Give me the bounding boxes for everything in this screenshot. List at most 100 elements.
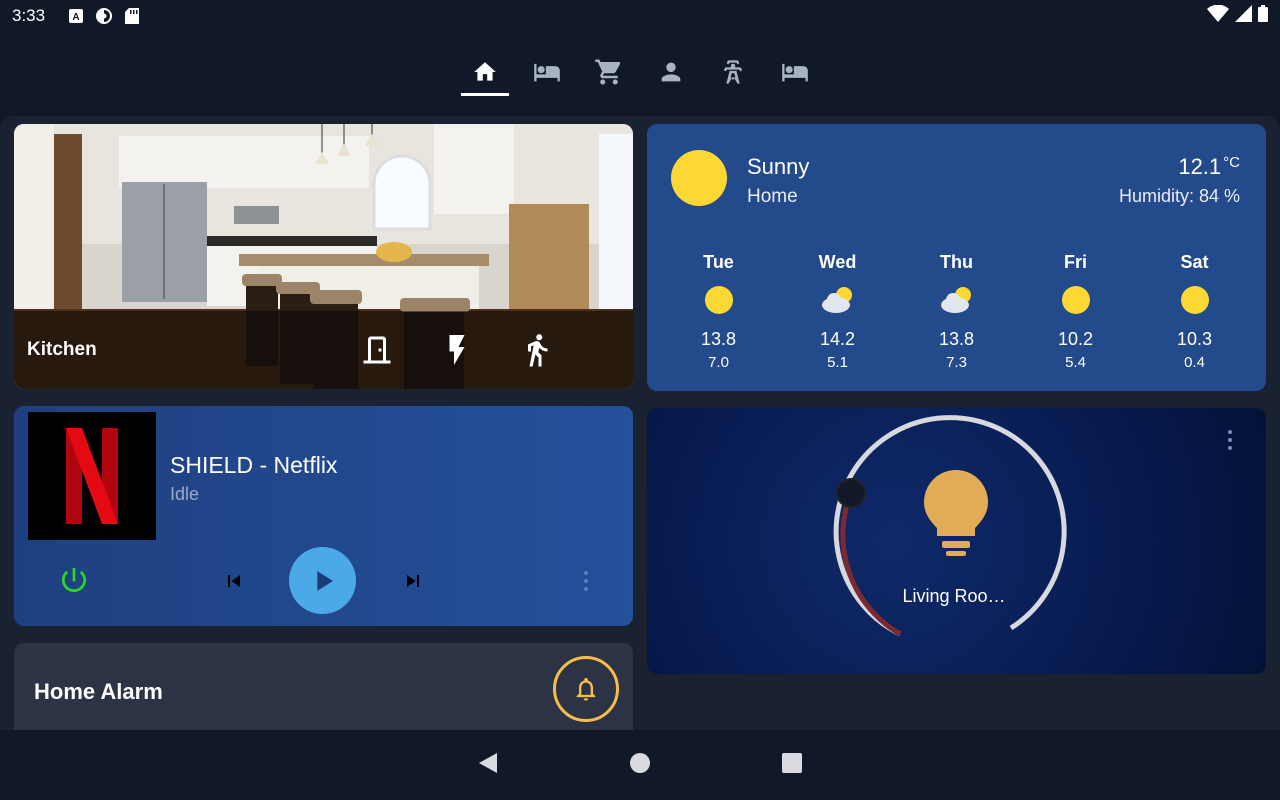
forecast-day: Wed 14.2 5.1 — [778, 252, 897, 371]
previous-track-button[interactable] — [222, 569, 246, 598]
bell-outline-icon — [576, 677, 596, 701]
home-button[interactable] — [629, 752, 651, 779]
door-icon — [363, 336, 391, 364]
alarm-state-button[interactable] — [553, 656, 619, 722]
bed-icon — [782, 63, 808, 82]
album-art — [28, 412, 156, 540]
recents-square-icon — [782, 752, 802, 773]
partly-cloudy-icon — [897, 273, 1016, 327]
dashboard-content: Kitchen Sunny Home 12.1 °C Humidity: 84 %… — [0, 116, 1280, 730]
sunny-weather-icon — [671, 150, 727, 206]
sunny-icon — [1016, 273, 1135, 327]
next-track-button[interactable] — [401, 569, 425, 598]
tab-bedroom-2[interactable] — [771, 48, 819, 96]
forecast-day: Sat 10.3 0.4 — [1135, 252, 1254, 371]
kitchen-picture-card[interactable]: Kitchen — [14, 124, 633, 389]
forecast-day-name: Wed — [818, 252, 857, 272]
transmission-tower-icon — [723, 60, 743, 84]
media-title: SHIELD - Netflix — [170, 452, 338, 478]
forecast-high: 10.3 — [1176, 329, 1213, 349]
media-more-button[interactable] — [580, 569, 592, 598]
forecast-low: 0.4 — [1184, 354, 1205, 371]
person-icon — [661, 62, 681, 82]
signal-icon — [1235, 5, 1252, 27]
weather-forecast: Tue 13.8 7.0 Wed 14.2 5.1 Thu 13.8 7.3 F… — [659, 252, 1254, 371]
system-navigation-bar — [0, 730, 1280, 800]
weather-location: Home — [747, 186, 798, 207]
kitchen-power-entity[interactable] — [417, 331, 497, 369]
svg-text:A: A — [72, 12, 79, 23]
forecast-high: 10.2 — [1057, 329, 1094, 349]
tab-person[interactable] — [647, 48, 695, 96]
forecast-day: Tue 13.8 7.0 — [659, 252, 778, 371]
back-button[interactable] — [477, 751, 499, 780]
home-icon — [474, 62, 496, 81]
brightness-dial[interactable] — [647, 408, 1266, 674]
weather-temperature: 12.1 °C — [1178, 154, 1240, 180]
recents-button[interactable] — [781, 752, 803, 779]
tab-shopping[interactable] — [585, 48, 633, 96]
power-button[interactable] — [58, 564, 90, 601]
wifi-icon — [1207, 4, 1229, 27]
walk-icon — [528, 334, 548, 367]
brightness-arc — [840, 492, 902, 637]
power-icon — [62, 568, 86, 592]
forecast-low: 5.4 — [1065, 354, 1086, 371]
light-name: Living Roo… — [902, 586, 1006, 606]
kitchen-title: Kitchen — [27, 339, 97, 360]
weather-card[interactable]: Sunny Home 12.1 °C Humidity: 84 % Tue 13.… — [647, 124, 1266, 391]
bed-icon — [534, 63, 560, 82]
forecast-day-name: Fri — [1063, 252, 1087, 272]
cart-icon — [595, 59, 621, 85]
forecast-day: Thu 13.8 7.3 — [897, 252, 1016, 371]
forecast-high: 13.8 — [700, 329, 737, 349]
partly-cloudy-icon — [778, 273, 897, 327]
more-vertical-icon — [1228, 430, 1232, 450]
forecast-day-name: Tue — [703, 252, 734, 272]
a-notification-icon: A — [69, 9, 84, 23]
sync-icon — [95, 7, 113, 25]
alarm-panel-card[interactable]: Home Alarm — [14, 643, 633, 730]
play-button[interactable] — [289, 547, 356, 614]
temperature-unit: °C — [1223, 154, 1240, 171]
tab-home[interactable] — [461, 48, 509, 96]
forecast-high: 13.8 — [938, 329, 975, 349]
tab-energy[interactable] — [709, 48, 757, 96]
temperature-value: 12.1 — [1178, 154, 1222, 179]
sd-card-icon — [125, 8, 140, 24]
light-more-button[interactable] — [1224, 428, 1236, 457]
alarm-title: Home Alarm — [34, 679, 163, 704]
back-triangle-icon — [479, 752, 497, 773]
lightbulb-icon — [924, 470, 988, 556]
kitchen-overlay-bar: Kitchen — [14, 311, 633, 389]
kitchen-motion-entity[interactable] — [497, 331, 577, 369]
play-icon — [316, 570, 333, 591]
forecast-day: Fri 10.2 5.4 — [1016, 252, 1135, 371]
forecast-day-name: Thu — [940, 252, 973, 272]
media-player-card[interactable]: SHIELD - Netflix Idle — [14, 406, 633, 626]
light-card[interactable]: Living Roo… — [647, 408, 1266, 674]
status-time: 3:33 — [12, 6, 46, 25]
brightness-slider-handle[interactable] — [836, 478, 866, 508]
status-bar: 3:33 A — [0, 0, 1280, 32]
forecast-low: 5.1 — [827, 354, 848, 371]
skip-previous-icon — [228, 575, 240, 587]
tab-bedroom[interactable] — [523, 48, 571, 96]
forecast-day-name: Sat — [1180, 252, 1209, 272]
home-circle-icon — [630, 752, 650, 773]
forecast-low: 7.3 — [946, 354, 967, 371]
sunny-icon — [1135, 273, 1254, 327]
forecast-low: 7.0 — [708, 354, 729, 371]
flash-icon — [449, 335, 465, 365]
skip-next-icon — [407, 575, 419, 587]
media-state: Idle — [170, 484, 200, 504]
more-vertical-icon — [584, 571, 588, 591]
weather-state: Sunny — [747, 154, 810, 179]
kitchen-door-entity[interactable] — [337, 332, 417, 368]
forecast-high: 14.2 — [819, 329, 856, 349]
weather-humidity: Humidity: 84 % — [1118, 186, 1240, 206]
view-tabs — [0, 48, 1280, 98]
sunny-icon — [659, 273, 778, 327]
netflix-logo — [66, 428, 118, 524]
battery-icon — [1258, 5, 1268, 27]
